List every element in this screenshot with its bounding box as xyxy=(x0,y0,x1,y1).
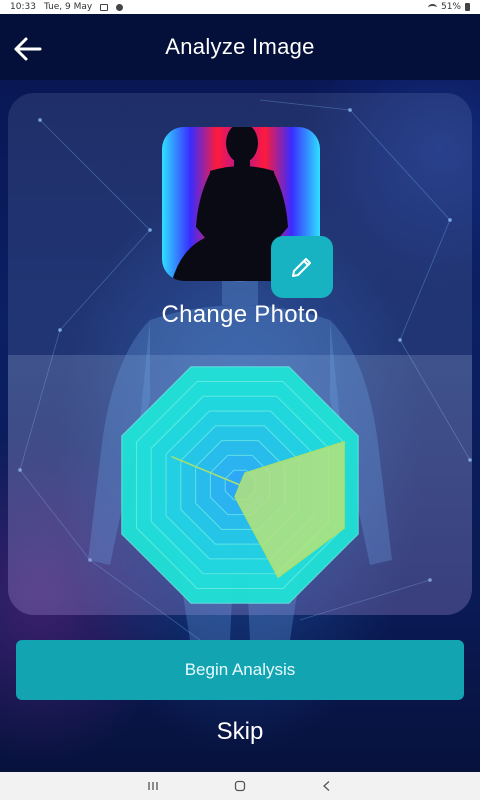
change-photo-link[interactable]: Change Photo xyxy=(0,301,480,329)
home-icon xyxy=(234,780,246,792)
pencil-icon xyxy=(292,258,311,277)
edit-photo-button[interactable] xyxy=(271,236,333,298)
recent-apps-icon xyxy=(148,782,158,790)
home-button[interactable] xyxy=(230,776,250,796)
radar-chart xyxy=(121,366,359,604)
system-nav-bar xyxy=(0,772,480,800)
nav-back-button[interactable] xyxy=(317,776,337,796)
skip-button[interactable]: Skip xyxy=(0,718,480,746)
back-triangle-icon xyxy=(322,781,330,791)
begin-analysis-button[interactable]: Begin Analysis xyxy=(16,640,464,700)
recent-apps-button[interactable] xyxy=(143,776,163,796)
